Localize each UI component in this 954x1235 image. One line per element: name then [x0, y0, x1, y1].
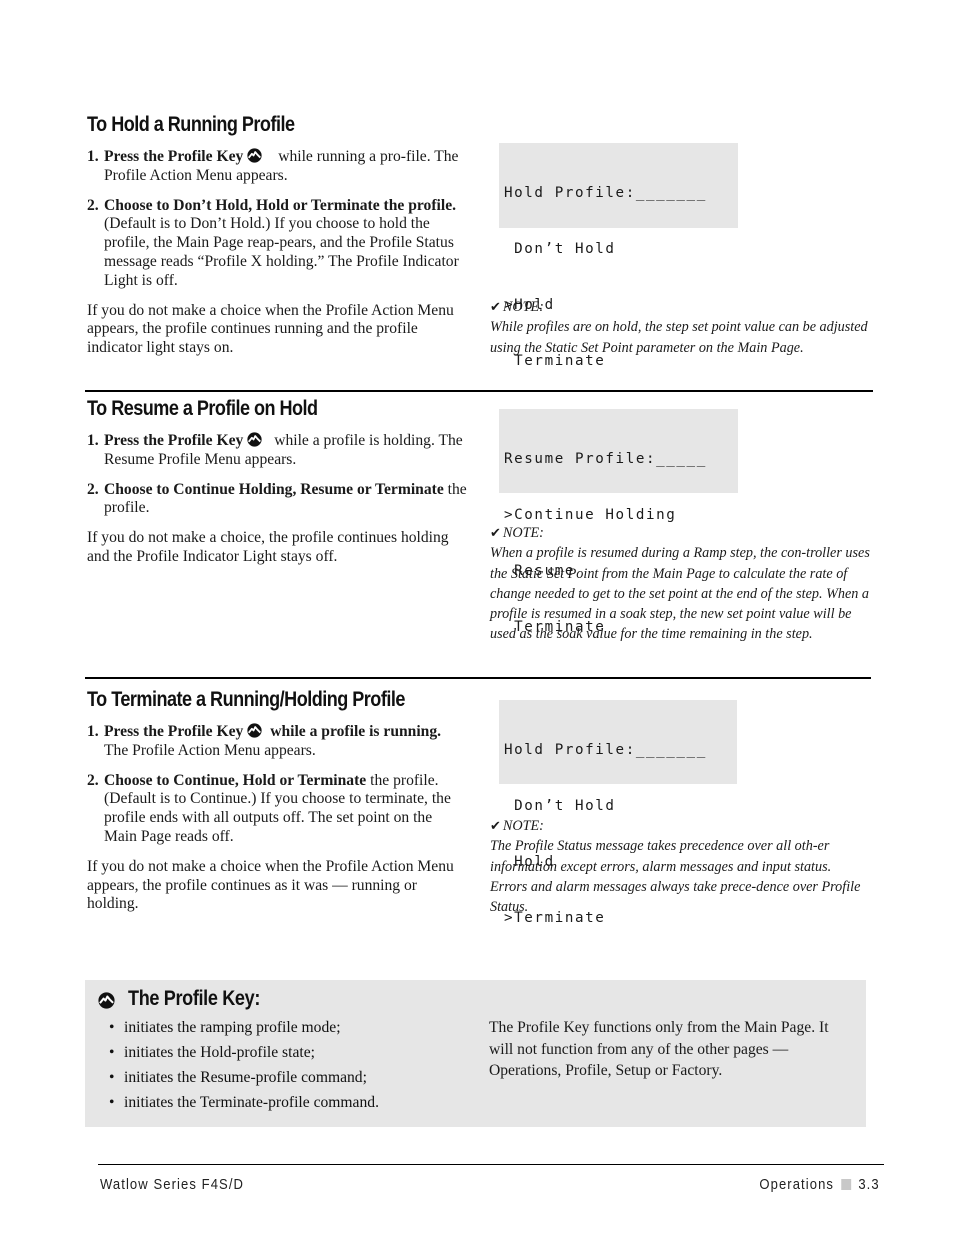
profile-key-box: The Profile Key: initiates the ramping p… [85, 980, 866, 1127]
step-item: 2. Choose to Don’t Hold, Hold or Termina… [87, 197, 467, 291]
section-divider [85, 677, 871, 679]
step-item: 1. Press the Profile Key while a profile… [87, 723, 467, 761]
section-heading-terminate: To Terminate a Running/Holding Profile [87, 688, 405, 711]
lcd-line: Don’t Hold [504, 240, 616, 257]
step-bold-text: Press the Profile Key [104, 723, 244, 740]
note-terminate: ✔ NOTE: The Profile Status message takes … [490, 816, 870, 917]
note-text: The Profile Status message takes precede… [490, 838, 861, 916]
profile-key-bullets: initiates the ramping profile mode; init… [107, 1018, 467, 1118]
lcd-display-resume: Resume Profile:_____ >Continue Holding R… [499, 409, 738, 635]
profile-key-title: The Profile Key: [128, 987, 260, 1010]
lcd-line: >Continue Holding [504, 506, 677, 523]
checkmark-icon: ✔ [490, 525, 501, 540]
profile-key-icon [247, 432, 262, 447]
bullet-item: initiates the Resume-profile command; [107, 1068, 467, 1093]
note-resume: ✔ NOTE: When a profile is resumed during … [490, 523, 870, 645]
profile-key-icon [247, 723, 262, 738]
profile-key-description: The Profile Key functions only from the … [489, 1019, 829, 1079]
step-number: 2. [87, 480, 99, 498]
footer-product: Watlow Series F4S/D [100, 1177, 245, 1193]
step-item: 2. Choose to Continue, Hold or Terminate… [87, 772, 467, 847]
note-text: While profiles are on hold, the step set… [490, 319, 868, 356]
step-text: The Profile Action Menu appears. [104, 741, 316, 759]
bullet-item: initiates the Terminate-profile command. [107, 1093, 467, 1118]
section-body-resume: 1. Press the Profile Key while a profile… [87, 432, 467, 567]
step-number: 1. [87, 432, 99, 449]
lcd-line: Hold Profile:_______ [504, 742, 707, 759]
note-label: NOTE: [502, 525, 544, 541]
step-bold-text: Press the Profile Key [104, 432, 244, 449]
lcd-display-terminate: Hold Profile:_______ Don’t Hold Hold >Te… [499, 700, 737, 926]
section-body-hold: 1. Press the Profile Key while running a… [87, 148, 467, 358]
section-heading-resume: To Resume a Profile on Hold [87, 397, 318, 420]
step-bold-text: Choose to Continue, Hold or Terminate [104, 771, 367, 789]
section-paragraph: If you do not make a choice when the Pro… [87, 857, 454, 913]
note-label: NOTE: [502, 818, 544, 834]
step-bold-text: while a profile is running. [266, 723, 442, 740]
note-text: When a profile is resumed during a Ramp … [490, 545, 870, 643]
lcd-line: Hold Profile:_______ [504, 185, 707, 202]
step-number: 1. [87, 723, 99, 740]
section-body-terminate: 1. Press the Profile Key while a profile… [87, 723, 467, 914]
footer-rule [98, 1164, 884, 1165]
checkmark-icon: ✔ [490, 818, 501, 833]
note-hold: ✔ NOTE: While profiles are on hold, the s… [490, 297, 870, 358]
step-number: 2. [87, 196, 99, 214]
lcd-line: Resume Profile:_____ [504, 451, 707, 468]
profile-key-icon [98, 992, 115, 1009]
footer-section: Operations [759, 1177, 835, 1193]
square-icon [841, 1179, 852, 1190]
footer-page-number: 3.3 [858, 1177, 880, 1193]
section-paragraph: If you do not make a choice, the profile… [87, 529, 449, 565]
step-number: 2. [87, 771, 99, 789]
bullet-item: initiates the ramping profile mode; [107, 1018, 467, 1043]
profile-key-icon [247, 148, 262, 163]
checkmark-icon: ✔ [490, 299, 501, 314]
section-paragraph: If you do not make a choice when the Pro… [87, 301, 454, 357]
step-text: (Default is to Don’t Hold.) If you choos… [104, 215, 459, 289]
step-number: 1. [87, 148, 99, 165]
section-divider [85, 390, 873, 392]
section-heading-hold: To Hold a Running Profile [87, 113, 295, 136]
bullet-item: initiates the Hold-profile state; [107, 1043, 467, 1068]
step-item: 1. Press the Profile Key while a profile… [87, 432, 467, 470]
step-bold-text: Press the Profile Key [104, 148, 244, 165]
step-item: 2. Choose to Continue Holding, Resume or… [87, 481, 467, 519]
step-bold-text: Choose to Continue Holding, Resume or Te… [104, 480, 444, 498]
lcd-display-hold: Hold Profile:_______ Don’t Hold >Hold Te… [499, 143, 738, 369]
lcd-line: Don’t Hold [504, 797, 616, 814]
step-bold-text: Choose to Don’t Hold, Hold or Terminate … [104, 196, 457, 214]
note-label: NOTE: [502, 299, 544, 315]
footer-page-info: Operations 3.3 [760, 1177, 880, 1193]
step-item: 1. Press the Profile Key while running a… [87, 148, 467, 186]
